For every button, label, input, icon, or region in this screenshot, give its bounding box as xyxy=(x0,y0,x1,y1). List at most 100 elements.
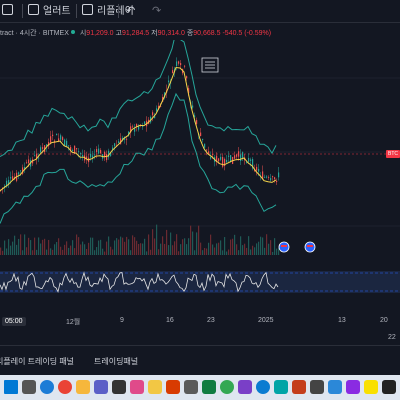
app-icon[interactable] xyxy=(382,380,396,394)
current-price-tag: BTC xyxy=(386,150,400,158)
calculator-icon[interactable] xyxy=(184,380,198,394)
candle-body xyxy=(220,156,222,160)
candle-body xyxy=(68,145,70,147)
chart-menu-icon[interactable] xyxy=(201,57,219,73)
volume-bar xyxy=(186,244,188,255)
event-flag-icon[interactable] xyxy=(304,241,316,253)
notepad-icon[interactable] xyxy=(310,380,324,394)
volume-bar xyxy=(22,250,24,255)
volume-bar xyxy=(242,245,244,255)
candle-body xyxy=(142,125,144,127)
candle-body xyxy=(180,63,182,66)
volume-bar xyxy=(198,225,200,255)
volume-bar xyxy=(158,249,160,255)
volume-bar xyxy=(126,236,128,255)
volume-bar xyxy=(262,237,264,255)
alert-button[interactable]: 얼러트 xyxy=(28,4,71,18)
candle-body xyxy=(78,151,80,153)
volume-bar xyxy=(88,242,90,255)
store-icon[interactable] xyxy=(112,380,126,394)
candle-body xyxy=(274,177,276,180)
redo-icon: ↷ xyxy=(152,5,162,17)
app-icon[interactable] xyxy=(274,380,288,394)
volume-bar xyxy=(98,240,100,255)
ohlc-legend: tract · 4시간 · BITMEX 시91,209.0 고91,284.5… xyxy=(0,28,271,38)
volume-bar xyxy=(272,251,274,255)
oscillator-band xyxy=(0,271,400,293)
price-chart[interactable] xyxy=(0,40,400,312)
volume-bar xyxy=(50,248,52,255)
kakaotalk-icon[interactable] xyxy=(364,380,378,394)
candle-body xyxy=(196,120,198,124)
volume-bar xyxy=(104,251,106,255)
candle-body xyxy=(38,157,40,159)
time-axis-label: 23 xyxy=(207,317,215,324)
volume-bar xyxy=(224,237,226,255)
event-flag-icon[interactable] xyxy=(278,241,290,253)
chrome-icon[interactable] xyxy=(58,380,72,394)
app-icon[interactable] xyxy=(292,380,306,394)
candle-body xyxy=(98,148,100,154)
volume-bar xyxy=(68,247,70,255)
volume-bar xyxy=(114,240,116,255)
volume-bar xyxy=(78,237,80,255)
taskbar xyxy=(0,375,400,400)
app-icon[interactable] xyxy=(328,380,342,394)
volume-bar xyxy=(168,245,170,255)
candle-body xyxy=(204,143,206,148)
redo-button[interactable]: ↷ xyxy=(152,4,161,18)
tab-trading-panel[interactable]: 트레이딩패널 xyxy=(94,356,138,367)
volume-bar xyxy=(18,238,20,255)
volume-bar xyxy=(108,236,110,255)
volume-bar xyxy=(150,249,152,255)
volume-bar xyxy=(66,241,68,255)
volume-bar xyxy=(134,237,136,255)
volume-bar xyxy=(38,237,40,255)
candle-body xyxy=(80,152,82,155)
spreadsheet-icon[interactable] xyxy=(202,380,216,394)
file-explorer-icon[interactable] xyxy=(76,380,90,394)
photos-icon[interactable] xyxy=(166,380,180,394)
volume-bar xyxy=(226,251,228,255)
volume-bar xyxy=(176,234,178,255)
volume-bar xyxy=(200,242,202,255)
candle-body xyxy=(228,155,230,157)
volume-bar xyxy=(10,245,12,255)
volume-bar xyxy=(76,234,78,255)
edge-icon[interactable] xyxy=(40,380,54,394)
volume-bar xyxy=(92,237,94,255)
app-icon[interactable] xyxy=(130,380,144,394)
time-axis-label: 2025 xyxy=(258,317,274,324)
time-axis[interactable]: 05:00 12월 9 16 23 2025 13 20 xyxy=(0,312,400,328)
teams-icon[interactable] xyxy=(94,380,108,394)
volume-bar xyxy=(192,231,194,255)
volume-bar xyxy=(232,238,234,255)
app-icon[interactable] xyxy=(346,380,360,394)
candle-body xyxy=(82,154,84,157)
volume-bar xyxy=(118,239,120,255)
volume-bar xyxy=(36,249,38,255)
folder-icon[interactable] xyxy=(148,380,162,394)
tab-replay-trading-panel[interactable]: 리플레이 트레이딩 패널 xyxy=(0,356,74,367)
candle-body xyxy=(278,172,280,178)
app-icon[interactable] xyxy=(238,380,252,394)
candle-body xyxy=(18,172,20,175)
edge-icon[interactable] xyxy=(256,380,270,394)
candle-body xyxy=(94,154,96,156)
volume-bar xyxy=(268,243,270,255)
volume-bar xyxy=(244,243,246,255)
chrome-icon[interactable] xyxy=(220,380,234,394)
undo-button[interactable]: ↶ xyxy=(126,4,135,18)
volume-bar xyxy=(180,244,182,255)
volume-bar xyxy=(194,250,196,255)
volume-bar xyxy=(122,237,124,255)
candle-body xyxy=(10,177,12,179)
volume-bar xyxy=(222,250,224,255)
drawing-tool-button[interactable] xyxy=(2,4,17,18)
volume-bar xyxy=(236,244,238,255)
volume-bar xyxy=(154,238,156,255)
search-icon[interactable] xyxy=(22,380,36,394)
volume-bar xyxy=(140,243,142,255)
candle-body xyxy=(106,154,108,161)
windows-icon[interactable] xyxy=(4,380,18,394)
